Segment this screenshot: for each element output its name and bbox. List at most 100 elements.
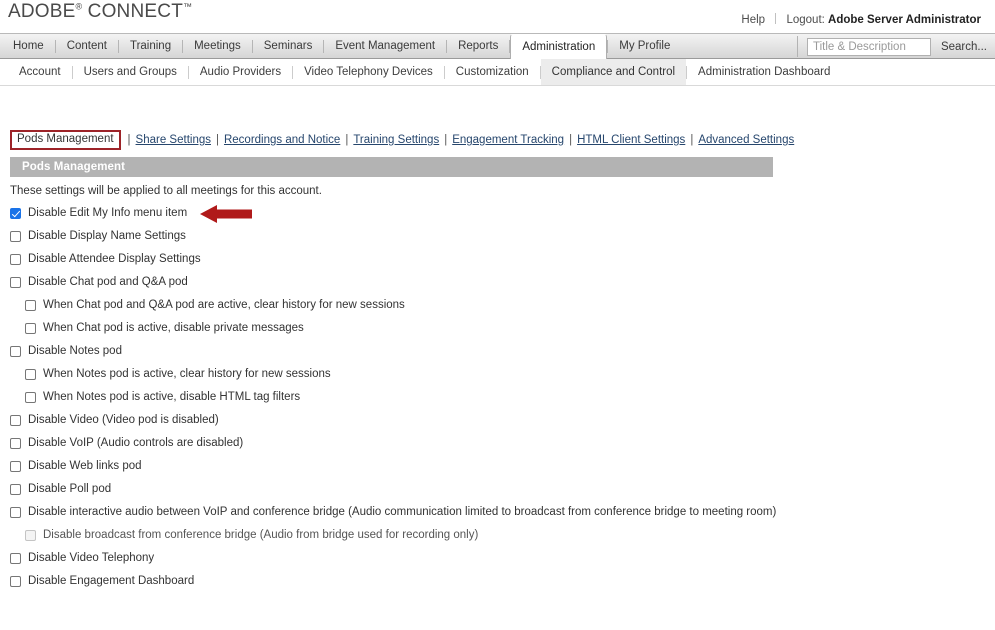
option-row: Disable Web links pod — [10, 460, 985, 473]
subtab-audio-providers[interactable]: Audio Providers — [189, 59, 292, 85]
checkbox-disable-video-video-pod-is-disabled-[interactable] — [10, 415, 21, 426]
option-label[interactable]: Disable Video (Video pod is disabled) — [28, 414, 219, 427]
section-intro-text: These settings will be applied to all me… — [10, 185, 322, 197]
tab-home[interactable]: Home — [2, 34, 55, 58]
checkbox-disable-display-name-settings[interactable] — [10, 231, 21, 242]
annotation-arrow-icon — [200, 205, 252, 223]
subnav-link-html-client-settings[interactable]: HTML Client Settings — [577, 134, 685, 146]
subnav-link-engagement-tracking[interactable]: Engagement Tracking — [452, 134, 564, 146]
subnav-link-share-settings[interactable]: Share Settings — [136, 134, 211, 146]
top-header: ADOBE® CONNECT™ Help Logout: Adobe Serve… — [0, 0, 995, 33]
option-row: Disable Chat pod and Q&A pod — [10, 276, 985, 289]
subnav-separator: | — [690, 134, 694, 146]
search-button[interactable]: Search... — [941, 41, 987, 53]
option-label[interactable]: Disable interactive audio between VoIP a… — [28, 506, 776, 519]
subnav-separator: | — [127, 134, 131, 146]
adobe-connect-logo: ADOBE® CONNECT™ — [8, 1, 192, 23]
subnav-separator: | — [569, 134, 573, 146]
option-label[interactable]: Disable Edit My Info menu item — [28, 207, 187, 220]
option-row: Disable Attendee Display Settings — [10, 253, 985, 266]
current-user-name: Adobe Server Administrator — [828, 14, 981, 26]
subtab-account[interactable]: Account — [8, 59, 72, 85]
tab-seminars[interactable]: Seminars — [253, 34, 324, 58]
option-row: When Chat pod and Q&A pod are active, cl… — [10, 299, 985, 312]
subtab-video-telephony-devices[interactable]: Video Telephony Devices — [293, 59, 444, 85]
option-label[interactable]: When Notes pod is active, clear history … — [43, 368, 331, 381]
option-label: Disable broadcast from conference bridge… — [43, 529, 479, 541]
option-label[interactable]: Disable Chat pod and Q&A pod — [28, 276, 188, 289]
section-title: Pods Management — [22, 161, 126, 173]
subtab-customization[interactable]: Customization — [445, 59, 540, 85]
option-row: Disable Display Name Settings — [10, 230, 985, 243]
option-label[interactable]: Disable VoIP (Audio controls are disable… — [28, 437, 243, 450]
settings-subnav: Pods Management | Share Settings | Recording… — [10, 130, 794, 150]
option-row: Disable Video Telephony — [10, 552, 985, 565]
help-link[interactable]: Help — [741, 14, 765, 26]
option-label[interactable]: Disable Poll pod — [28, 483, 111, 496]
option-row: Disable Poll pod — [10, 483, 985, 496]
pods-management-option-list: Disable Edit My Info menu item Disable Di… — [10, 205, 985, 588]
tab-reports[interactable]: Reports — [447, 34, 509, 58]
option-row: Disable broadcast from conference bridge… — [10, 529, 985, 542]
subnav-link-recordings-and-notice[interactable]: Recordings and Notice — [224, 134, 340, 146]
checkbox-disable-video-telephony[interactable] — [10, 553, 21, 564]
checkbox-when-notes-pod-is-active-disable-html-tag-fi[interactable] — [25, 392, 36, 403]
subnav-link-advanced-settings[interactable]: Advanced Settings — [698, 134, 794, 146]
main-content: These settings will be applied to all me… — [10, 185, 985, 598]
subnav-separator: | — [345, 134, 349, 146]
tab-training[interactable]: Training — [119, 34, 182, 58]
checkbox-disable-interactive-audio-between-voip-and-c[interactable] — [10, 507, 21, 518]
checkbox-disable-voip-audio-controls-are-disabled-[interactable] — [10, 438, 21, 449]
utility-bar: Help Logout: Adobe Server Administrator — [741, 13, 981, 26]
tab-event-management[interactable]: Event Management — [324, 34, 446, 58]
checkbox-disable-engagement-dashboard[interactable] — [10, 576, 21, 587]
option-row: Disable Notes pod — [10, 345, 985, 358]
checkbox-disable-edit-my-info-menu-item[interactable] — [10, 208, 21, 219]
option-label[interactable]: When Chat pod is active, disable private… — [43, 322, 304, 335]
option-label[interactable]: Disable Video Telephony — [28, 552, 154, 565]
tab-meetings[interactable]: Meetings — [183, 34, 252, 58]
checkbox-when-chat-pod-is-active-disable-private-mess[interactable] — [25, 323, 36, 334]
checkbox-disable-chat-pod-and-q-a-pod[interactable] — [10, 277, 21, 288]
checkbox-when-chat-pod-and-q-a-pod-are-active-clear-h[interactable] — [25, 300, 36, 311]
logout-link[interactable]: Logout: — [786, 14, 824, 26]
logo-adobe-text: ADOBE — [8, 1, 76, 22]
registered-mark-icon: ® — [75, 1, 83, 12]
checkbox-disable-notes-pod[interactable] — [10, 346, 21, 357]
option-row: When Notes pod is active, clear history … — [10, 368, 985, 381]
checkbox-disable-web-links-pod[interactable] — [10, 461, 21, 472]
secondary-navigation: Account Users and Groups Audio Providers Vi… — [0, 59, 995, 86]
subtab-administration-dashboard[interactable]: Administration Dashboard — [687, 59, 841, 85]
option-label[interactable]: Disable Engagement Dashboard — [28, 575, 194, 588]
option-row: Disable VoIP (Audio controls are disable… — [10, 437, 985, 450]
subnav-separator: | — [444, 134, 448, 146]
option-label[interactable]: Disable Notes pod — [28, 345, 122, 358]
option-row: Disable Engagement Dashboard — [10, 575, 985, 588]
option-row: Disable interactive audio between VoIP a… — [10, 506, 985, 519]
option-row: When Chat pod is active, disable private… — [10, 322, 985, 335]
checkbox-when-notes-pod-is-active-clear-history-for-n[interactable] — [25, 369, 36, 380]
option-row: When Notes pod is active, disable HTML t… — [10, 391, 985, 404]
tab-administration[interactable]: Administration — [510, 34, 608, 59]
checkbox-disable-broadcast-from-conference-bridge-aud — [25, 530, 36, 541]
section-header-band: Pods Management — [10, 157, 773, 177]
option-label[interactable]: When Chat pod and Q&A pod are active, cl… — [43, 299, 405, 312]
option-label[interactable]: Disable Display Name Settings — [28, 230, 186, 243]
tab-content[interactable]: Content — [56, 34, 118, 58]
option-label[interactable]: When Notes pod is active, disable HTML t… — [43, 391, 300, 404]
subnav-current-pods-management[interactable]: Pods Management — [10, 130, 121, 150]
subnav-link-training-settings[interactable]: Training Settings — [353, 134, 439, 146]
subtab-users-and-groups[interactable]: Users and Groups — [73, 59, 188, 85]
option-label[interactable]: Disable Web links pod — [28, 460, 142, 473]
option-row: Disable Edit My Info menu item — [10, 205, 985, 223]
option-label[interactable]: Disable Attendee Display Settings — [28, 253, 201, 266]
search-input[interactable] — [806, 37, 931, 56]
checkbox-disable-attendee-display-settings[interactable] — [10, 254, 21, 265]
tab-my-profile[interactable]: My Profile — [608, 34, 681, 58]
option-row: Disable Video (Video pod is disabled) — [10, 414, 985, 427]
checkbox-disable-poll-pod[interactable] — [10, 484, 21, 495]
subtab-compliance-and-control[interactable]: Compliance and Control — [540, 59, 687, 85]
primary-navigation: Home Content Training Meetings Seminars Event… — [0, 33, 995, 59]
subnav-separator: | — [215, 134, 219, 146]
trademark-mark-icon: ™ — [183, 1, 192, 12]
